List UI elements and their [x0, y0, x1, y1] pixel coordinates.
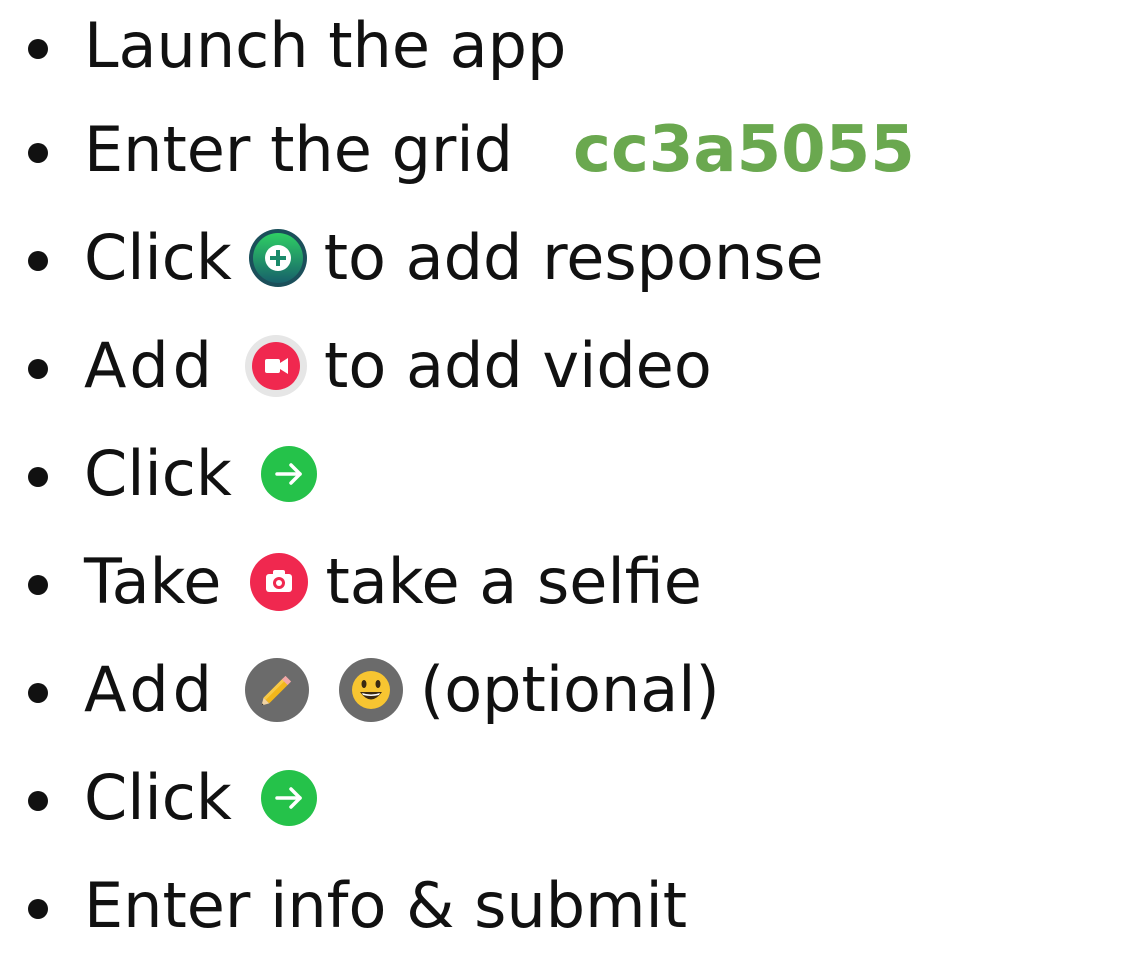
- bullet: [28, 143, 48, 163]
- grid-code: cc3a5055: [573, 113, 915, 187]
- plus-circle-icon: [248, 228, 308, 288]
- bullet: [28, 683, 48, 703]
- next-arrow-icon: [260, 769, 318, 827]
- step-text: take a selfie: [325, 545, 702, 618]
- step-text: Launch the app: [84, 9, 567, 82]
- camera-icon: [249, 552, 309, 612]
- step-text: to add response: [323, 221, 824, 294]
- step-text: Click: [84, 761, 232, 834]
- bullet: [28, 899, 48, 919]
- step-text: Click: [84, 221, 232, 294]
- step-text: Click: [84, 437, 232, 510]
- step-text: Enter info & submit: [84, 869, 688, 942]
- bullet: [28, 39, 48, 59]
- emoji-icon: [338, 657, 404, 723]
- step-add-video: Add to add video: [28, 320, 712, 412]
- pencil-icon: [244, 657, 310, 723]
- bullet: [28, 467, 48, 487]
- next-arrow-icon: [260, 445, 318, 503]
- step-enter-info: Enter info & submit: [28, 860, 687, 952]
- step-launch-app: Launch the app: [28, 0, 566, 92]
- step-add-optional: Add (optional): [28, 644, 720, 736]
- step-click-next-1: Click: [28, 428, 318, 520]
- video-record-icon: [244, 334, 308, 398]
- bullet: [28, 359, 48, 379]
- bullet: [28, 251, 48, 271]
- step-add-response: Click to add response: [28, 212, 824, 304]
- step-text: Add: [84, 329, 217, 402]
- step-take-selfie: Take take a selfie: [28, 536, 702, 628]
- step-text: to add video: [324, 329, 712, 402]
- step-text: Add: [84, 653, 217, 726]
- step-text: (optional): [420, 653, 720, 726]
- step-text: Take: [84, 545, 222, 618]
- step-text: Enter the grid: [84, 113, 514, 186]
- bullet: [28, 575, 48, 595]
- step-click-next-2: Click: [28, 752, 318, 844]
- bullet: [28, 791, 48, 811]
- step-enter-grid: Enter the grid cc3a5055: [28, 104, 915, 196]
